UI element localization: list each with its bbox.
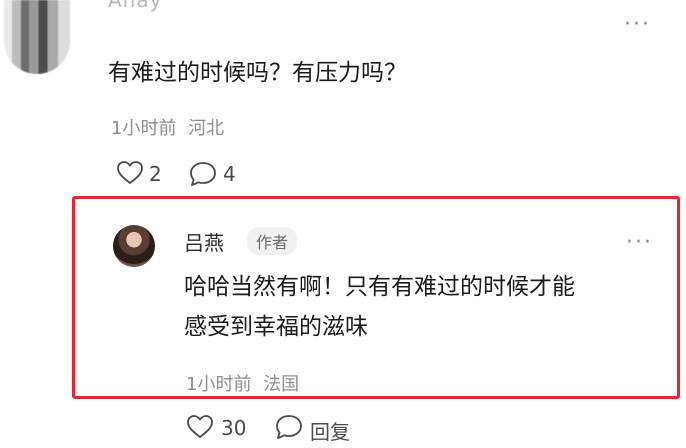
reply-button[interactable]	[188, 160, 218, 188]
reply-like-count: 30	[221, 416, 247, 440]
author-badge: 作者	[247, 227, 298, 255]
reply-more-options-icon[interactable]: ···	[626, 232, 653, 254]
author-name[interactable]: Anay	[108, 0, 162, 12]
avatar[interactable]	[4, 0, 70, 74]
reply-label[interactable]: 回复	[310, 416, 350, 445]
like-button[interactable]	[116, 160, 144, 186]
comment-bubble-icon	[276, 415, 302, 439]
reply-text-line-1: 哈哈当然有啊！只有有难过的时候才能	[184, 274, 575, 300]
comment-location: 河北	[188, 118, 225, 139]
reply-like-button[interactable]	[186, 414, 214, 440]
heart-icon	[117, 161, 143, 184]
reply-to-reply-button[interactable]	[274, 413, 304, 441]
comment-meta: 1小时前 河北	[111, 114, 224, 140]
comment-time: 1小时前	[111, 118, 177, 139]
more-options-icon[interactable]: ···	[624, 14, 651, 36]
heart-icon	[187, 415, 213, 438]
reply-text-line-2: 感受到幸福的滋味	[184, 314, 368, 340]
reply-meta: 1小时前 法国	[186, 370, 299, 396]
reply-author-name[interactable]: 吕燕	[184, 227, 224, 256]
reply-location: 法国	[263, 374, 300, 395]
reply-avatar[interactable]	[113, 225, 155, 267]
comment-bubble-icon	[190, 162, 216, 186]
reply-count: 4	[223, 162, 236, 186]
reply-time: 1小时前	[186, 374, 252, 395]
comment-text: 有难过的时候吗？有压力吗？	[108, 60, 407, 86]
like-count: 2	[149, 162, 162, 186]
